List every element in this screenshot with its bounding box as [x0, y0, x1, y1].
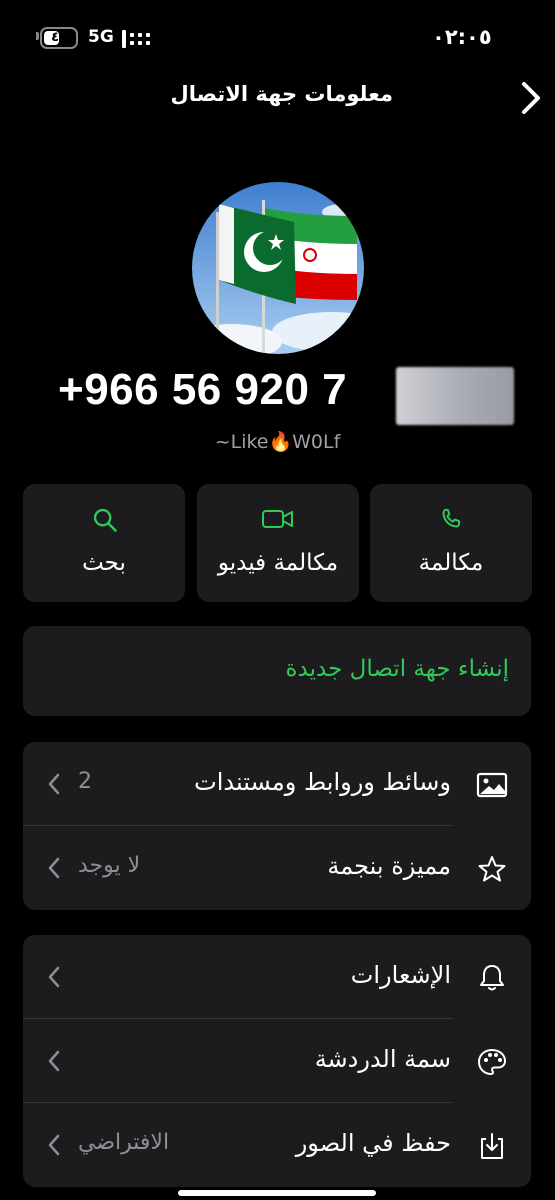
starred-row[interactable]: مميزة بنجمة لا يوجد — [23, 826, 531, 910]
status-bar: ٤٩ 5G ٠٢:٠٥ — [0, 22, 555, 54]
flags-image — [192, 182, 364, 354]
battery-icon: ٤٩ — [40, 27, 78, 49]
battery-level: ٤٩ — [51, 30, 67, 45]
video-call-button[interactable]: مكالمة فيديو — [197, 484, 359, 602]
chevron-left-icon — [48, 966, 60, 988]
search-icon — [93, 508, 117, 532]
call-label: مكالمة — [418, 550, 484, 576]
create-contact-button[interactable]: إنشاء جهة اتصال جديدة — [23, 626, 531, 716]
media-links-docs-label: وسائط وروابط ومستندات — [194, 768, 451, 796]
search-label: بحث — [82, 550, 126, 576]
redacted-digits — [396, 367, 514, 425]
notifications-row[interactable]: الإشعارات — [23, 935, 531, 1019]
settings-section: الإشعارات سمة الدردشة حفظ في الصور الافت… — [23, 935, 531, 1187]
save-to-photos-value: الافتراضي — [78, 1130, 170, 1155]
chat-theme-label: سمة الدردشة — [314, 1045, 451, 1073]
avatar[interactable] — [192, 182, 364, 354]
image-icon — [476, 772, 508, 798]
video-icon — [262, 510, 293, 528]
call-button[interactable]: مكالمة — [370, 484, 532, 602]
save-to-photos-label: حفظ في الصور — [295, 1129, 451, 1157]
chevron-left-icon — [48, 773, 60, 795]
save-download-icon — [481, 1133, 503, 1159]
chevron-left-icon — [48, 1050, 60, 1072]
save-to-photos-row[interactable]: حفظ في الصور الافتراضي — [23, 1103, 531, 1187]
media-section: وسائط وروابط ومستندات 2 مميزة بنجمة لا ي… — [23, 742, 531, 910]
media-count: 2 — [78, 769, 92, 794]
status-time: ٠٢:٠٥ — [432, 25, 492, 49]
palette-icon — [478, 1049, 506, 1075]
starred-label: مميزة بنجمة — [327, 852, 451, 880]
signal-strength-icon — [122, 30, 150, 48]
chevron-right-icon[interactable] — [514, 80, 546, 116]
phone-icon — [442, 508, 461, 528]
page-title: معلومات جهة الاتصال — [170, 82, 393, 106]
home-indicator[interactable] — [178, 1190, 376, 1196]
chevron-left-icon — [48, 1134, 60, 1156]
search-button[interactable]: بحث — [23, 484, 185, 602]
media-links-docs-row[interactable]: وسائط وروابط ومستندات 2 — [23, 742, 531, 826]
starred-value: لا يوجد — [78, 853, 141, 878]
contact-phone[interactable]: +966 56 920 7 — [58, 365, 347, 415]
video-call-label: مكالمة فيديو — [217, 550, 339, 576]
contact-nickname: ~Like🔥W0Lf — [214, 431, 341, 453]
battery-tip — [36, 32, 39, 40]
star-icon — [478, 856, 506, 882]
create-contact-label: إنشاء جهة اتصال جديدة — [285, 656, 510, 682]
chevron-left-icon — [48, 857, 60, 879]
bell-icon — [480, 965, 504, 991]
network-type: 5G — [88, 27, 114, 47]
notifications-label: الإشعارات — [350, 961, 451, 989]
chat-theme-row[interactable]: سمة الدردشة — [23, 1019, 531, 1103]
